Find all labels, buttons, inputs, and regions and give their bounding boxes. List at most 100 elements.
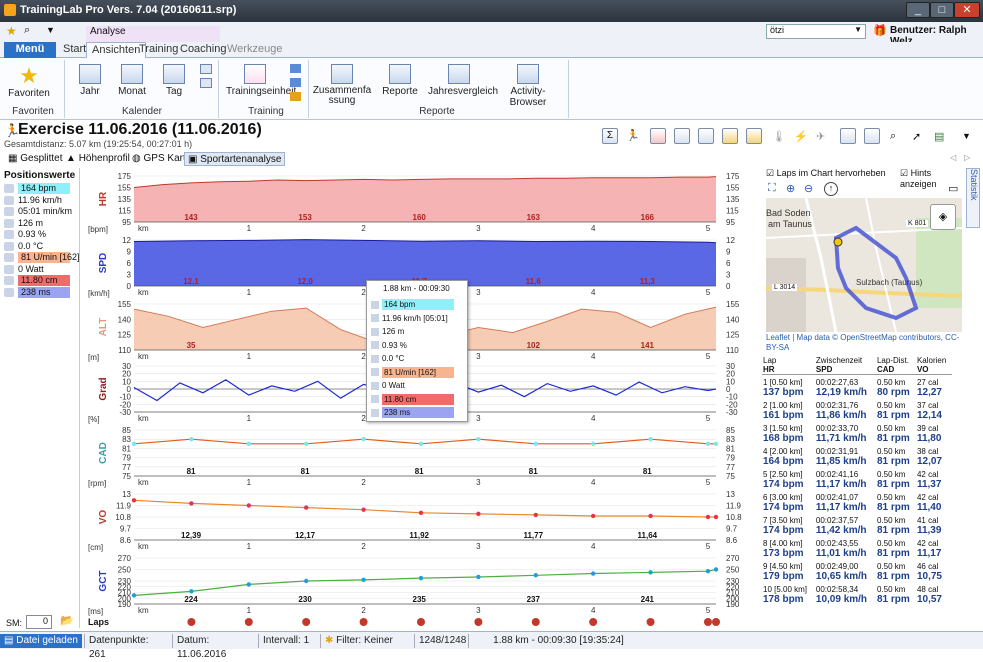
jahresvergleich-button[interactable]: Jahresvergleich [428,64,498,97]
laps-highlight-checkbox[interactable]: ☑ Laps im Chart hervorheben [766,168,886,179]
cadence-toggle-icon[interactable] [698,128,714,144]
chart-line-icon [244,64,266,84]
table-row[interactable]: 5 [2.50 km] 174 bpm 00:02:41,16 11,17 km/h 0… [762,467,952,490]
reporte-button[interactable]: Reporte [382,64,418,97]
training-small-icon-2[interactable] [290,78,301,87]
calendar-list-icon[interactable] [200,78,212,88]
lap-marker[interactable] [474,618,483,626]
gradient-toggle-icon[interactable] [746,128,762,144]
close-button[interactable]: ✕ [954,2,980,18]
info-icon[interactable]: ↑ [824,182,838,196]
ribbon-tabs: Menü Start Ansichten Training Coaching W… [0,42,983,58]
monat-button[interactable]: Monat [114,64,150,97]
y-tick-label-right: 85 [726,426,735,435]
lap-marker[interactable] [416,618,425,626]
tab-hoehenprofil[interactable]: ▲ Höhenprofil [66,152,130,166]
table-cell: 0.50 km 80 rpm [876,375,916,398]
lap-table-header-cell[interactable]: Lap-Dist. CAD [875,356,916,375]
maximize-button[interactable]: □ [930,2,954,18]
cell-small: 0.50 km [876,424,906,433]
fit-icon[interactable]: ⛶ [768,182,776,195]
star-icon[interactable]: ★ [6,24,17,38]
status-filter[interactable]: ✱ Filter: Keiner [320,634,412,648]
maximize-map-icon[interactable]: ▭ [948,182,958,195]
lap-marker[interactable] [359,618,368,626]
sm-spinner[interactable]: 0 [26,615,52,629]
lap-marker[interactable] [589,618,598,626]
table-row[interactable]: 1 [0.50 km] 137 bpm 00:02:27,63 12,19 km/h 0… [762,375,952,398]
minimize-button[interactable]: _ [906,2,930,18]
table-row[interactable]: 8 [4.00 km] 173 bpm 00:02:43,55 11,01 km/h 0… [762,536,952,559]
user-select[interactable]: ötzi ▼ [766,24,866,39]
zoom-in-icon[interactable]: ⊕ [786,182,795,195]
lap-marker[interactable] [244,618,253,626]
export-icon[interactable]: ▤ [934,130,944,143]
chart-unit-label: [ms] [88,607,103,616]
tab-gesplittet[interactable]: ▦ Gesplittet [8,152,62,166]
lap-table-header-cell[interactable]: Zwischenzeit SPD [814,356,876,375]
y-tick-label-left: 135 [118,195,132,204]
tab-gps-karte[interactable]: ◍ GPS Karte [132,152,191,166]
runner-icon[interactable]: 🏃 [626,129,640,142]
favoriten-button[interactable]: ★ Favoriten [6,64,52,100]
x-tick-label: 1 [247,414,252,423]
sum-icon[interactable]: Σ [602,128,618,144]
table-cell: 00:02:27,63 12,19 km/h [815,375,876,398]
heart-toggle-icon[interactable] [650,128,666,144]
tab-sportartenanalyse[interactable]: ▣ Sportartenanalyse [184,152,286,166]
cell-small: 0.50 km [876,493,906,502]
gift-icon[interactable]: 🎁 [873,24,887,37]
lap-marker[interactable] [187,618,196,626]
lap-marker[interactable] [712,618,720,626]
thermometer-icon[interactable]: 🌡 [772,130,786,143]
cell-value: 11,42 km/h [815,525,867,536]
lap-marker[interactable] [302,618,311,626]
vo-toggle-icon[interactable] [840,128,856,144]
lap-marker[interactable] [531,618,540,626]
menu-button[interactable]: Menü [4,42,56,58]
speed-toggle-icon[interactable] [674,128,690,144]
table-row[interactable]: 7 [3.50 km] 174 bpm 00:02:37,57 11,42 km/h 0… [762,513,952,536]
layers-icon[interactable]: ◈ [930,204,956,230]
lap-table-header-cell[interactable]: Lap HR [762,356,815,375]
x-tick-label: 3 [476,352,481,361]
table-row[interactable]: 9 [4.50 km] 179 bpm 00:02:49,00 10,65 km/h 0… [762,559,952,582]
lap-table-header-cell[interactable]: Kalorien VO [915,356,952,375]
cell-value: 178 bpm [763,594,804,605]
x-tick-label: 1 [247,224,252,233]
folder-icon[interactable]: 📂 [60,614,74,627]
data-label: 35 [187,341,196,350]
wind-icon[interactable]: ✈ [816,130,825,143]
jahr-button[interactable]: Jahr [72,64,108,97]
lap-marker[interactable] [703,618,712,626]
calendar-small-icon[interactable] [200,64,212,74]
power-icon[interactable]: ⚡ [794,130,808,143]
table-row[interactable]: 10 [5.00 km] 178 bpm 00:02:58,34 10,09 km/h… [762,582,952,605]
table-row[interactable]: 4 [2.00 km] 164 bpm 00:02:31,91 11,85 km/h 0… [762,444,952,467]
zusammenfassung-button[interactable]: Zusammenfassung [312,64,372,106]
table-row[interactable]: 3 [1.50 km] 168 bpm 00:02:33,70 11,71 km/h 0… [762,421,952,444]
chart-name-label: SPD [98,253,109,274]
zoom-icon[interactable]: ⌕ [890,130,896,143]
tag-button[interactable]: Tag [156,64,192,97]
share-icon[interactable]: ➚ [912,130,921,143]
dropdown-arrow-icon[interactable]: ▼ [46,25,55,35]
gct-toggle-icon[interactable] [864,128,880,144]
trainingseinheit-button[interactable]: Trainingseinheit [226,64,296,97]
lap-marker[interactable] [646,618,655,626]
tab-werkzeuge[interactable]: Werkzeuge [222,42,287,58]
zoom-out-icon[interactable]: ⊖ [804,182,813,195]
altitude-toggle-icon[interactable] [722,128,738,144]
training-small-icon-3[interactable] [290,92,301,101]
table-row[interactable]: 2 [1.00 km] 161 bpm 00:02:31,76 11,86 km/h 0… [762,398,952,421]
training-small-icon-1[interactable] [290,64,301,73]
map-view[interactable]: Bad Soden am Taunus Sulzbach (Taunus) L … [766,198,962,332]
search-icon[interactable]: ⌕ [24,24,30,37]
nav-left-icon[interactable]: ◁ [950,153,956,162]
statistik-side-tab[interactable]: Statistik [966,168,980,228]
nav-right-icon[interactable]: ▷ [964,153,970,162]
table-row[interactable]: 6 [3.00 km] 174 bpm 00:02:41,07 11,17 km/h 0… [762,490,952,513]
header-label: Lap-Dist. [876,356,909,365]
dropdown-arrow-icon[interactable]: ▼ [962,131,971,141]
activity-browser-button[interactable]: Activity-Browser [496,64,560,108]
